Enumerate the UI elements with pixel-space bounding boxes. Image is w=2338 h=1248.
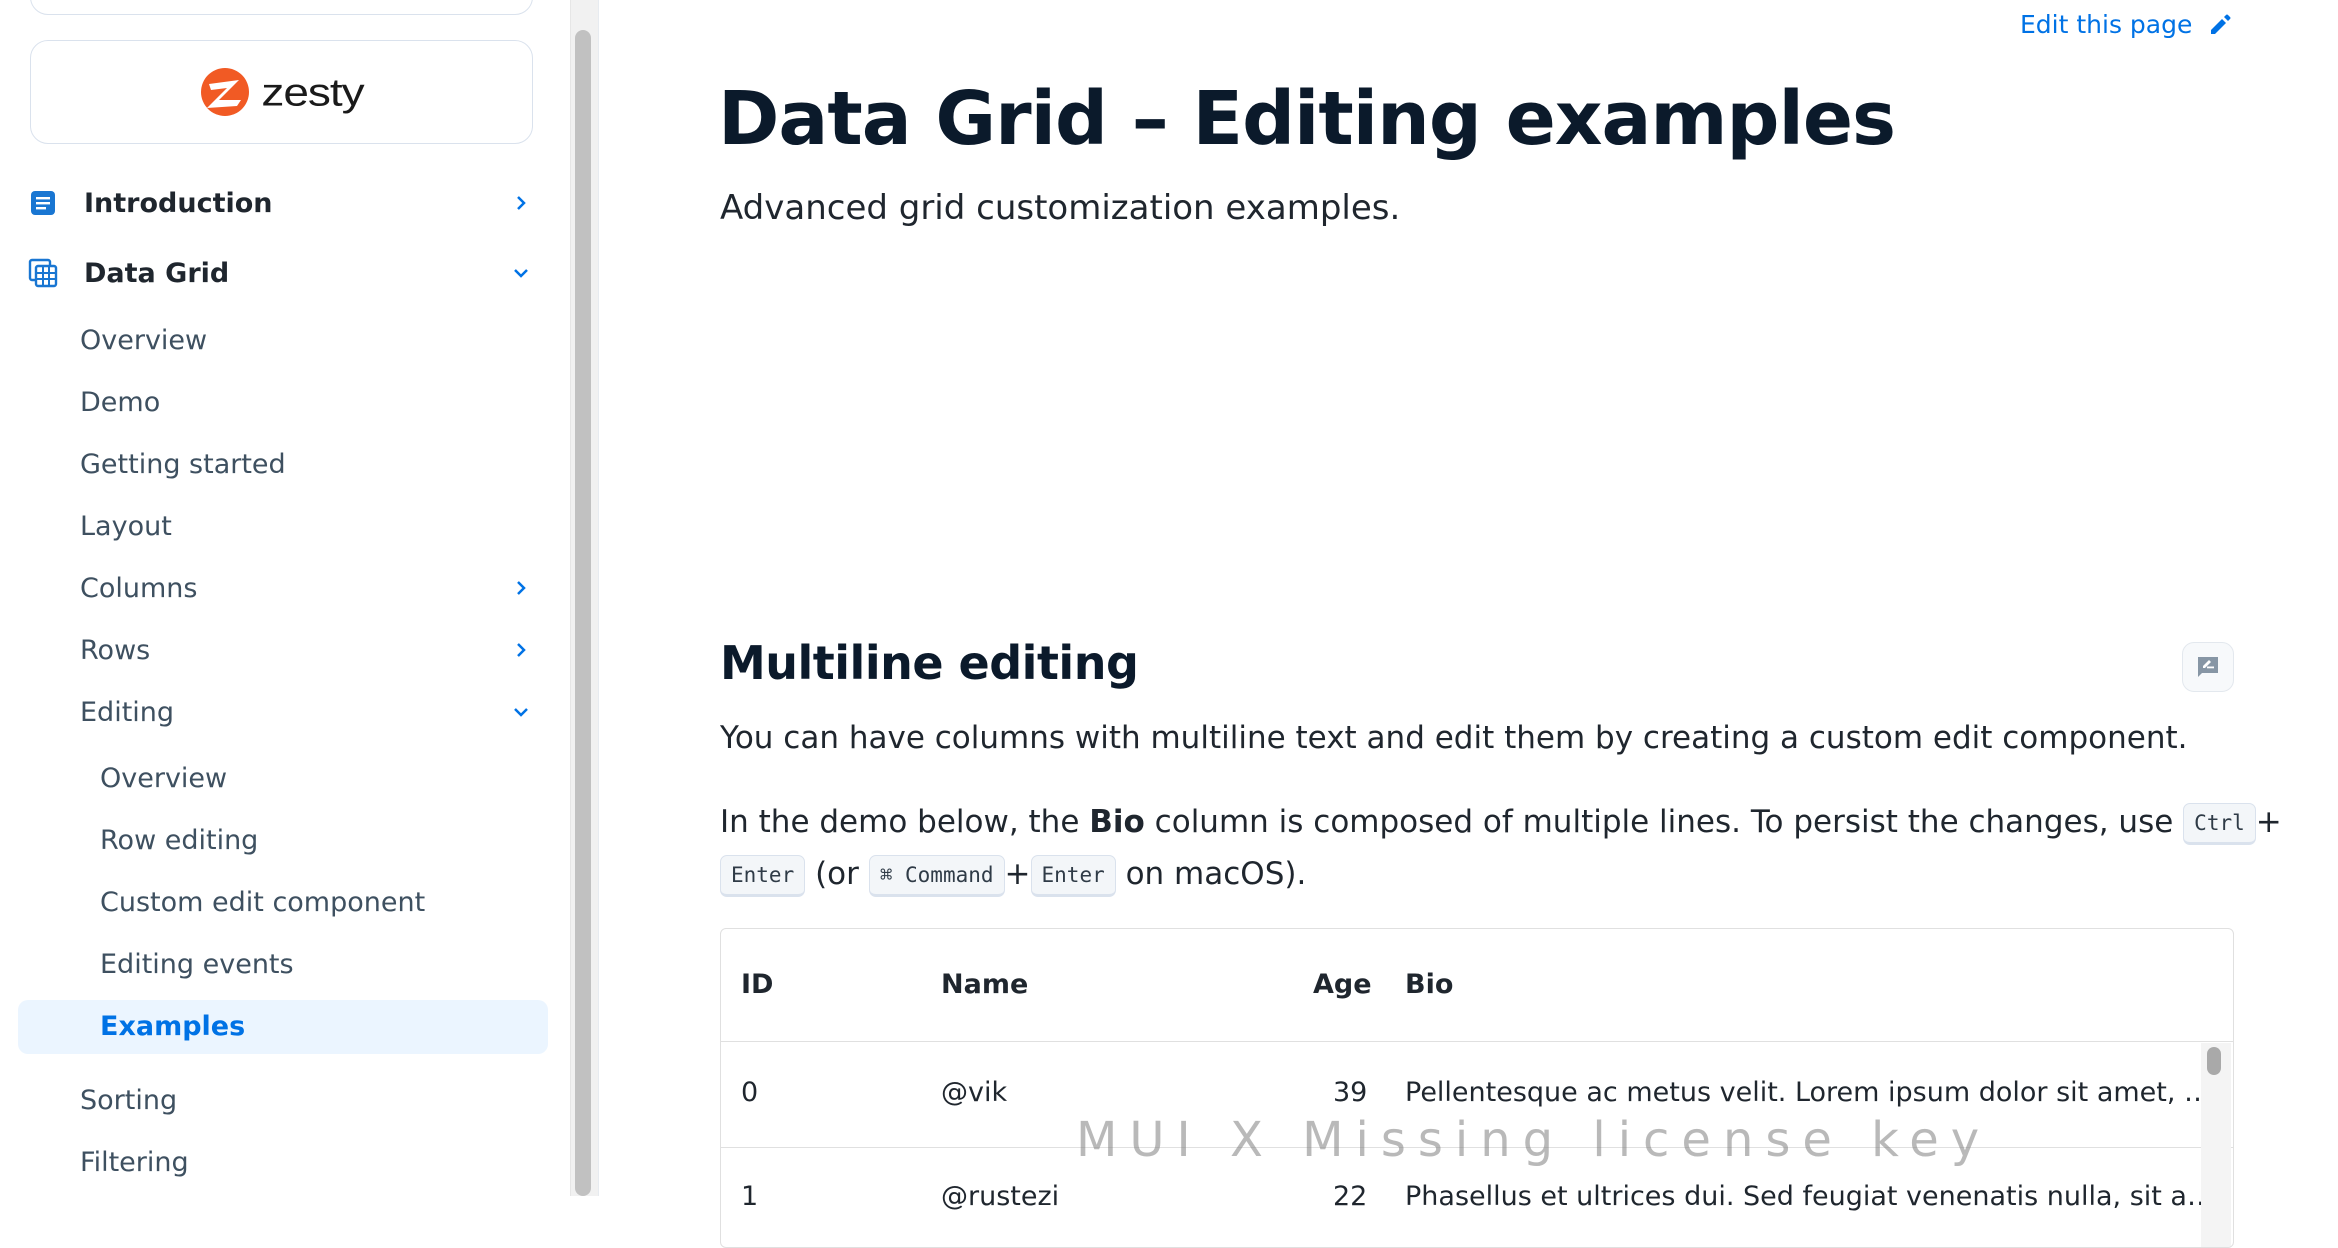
kbd-enter: Enter xyxy=(720,854,806,897)
nav-editing-overview[interactable]: Overview xyxy=(100,758,227,798)
cell-name[interactable]: @rustezi xyxy=(941,1181,1059,1212)
sponsor-card-top[interactable] xyxy=(30,0,533,15)
nav-custom-edit-component[interactable]: Custom edit component xyxy=(100,882,425,922)
page-subtitle: Advanced grid customization examples. xyxy=(720,188,1401,228)
pencil-icon xyxy=(2211,14,2231,34)
nav-demo[interactable]: Demo xyxy=(80,382,160,422)
section-instructions-line2: Enter (or ⌘ Command + Enter on macOS). xyxy=(720,848,1306,900)
instructions-text: column is composed of multiple lines. To… xyxy=(1144,804,2184,840)
kbd-command: ⌘ Command xyxy=(868,854,1005,897)
nav-editing[interactable]: Editing xyxy=(80,692,174,732)
page-title: Data Grid – Editing examples xyxy=(718,76,1896,162)
edit-this-page-link[interactable]: Edit this page xyxy=(2020,10,2234,39)
chevron-right-icon[interactable] xyxy=(510,639,532,661)
nav-active-highlight xyxy=(18,1000,548,1054)
cell-age[interactable]: 39 xyxy=(1333,1077,1367,1108)
instructions-text: on macOS). xyxy=(1115,856,1307,892)
brand-name: zesty xyxy=(261,69,364,115)
divider xyxy=(598,0,599,1196)
data-grid-icon xyxy=(28,258,58,288)
column-header-age[interactable]: Age xyxy=(1313,969,1372,1000)
cell-age[interactable]: 22 xyxy=(1333,1181,1367,1212)
nav-sorting[interactable]: Sorting xyxy=(80,1080,177,1120)
section-description: You can have columns with multiline text… xyxy=(720,720,2188,756)
plus-sign: + xyxy=(2255,804,2282,840)
column-header-id[interactable]: ID xyxy=(741,969,773,1000)
nav-editing-events[interactable]: Editing events xyxy=(100,944,294,984)
column-header-bio[interactable]: Bio xyxy=(1405,969,1453,1000)
column-header-name[interactable]: Name xyxy=(941,969,1028,1000)
cell-id[interactable]: 1 xyxy=(741,1181,758,1212)
chevron-right-icon[interactable] xyxy=(510,192,532,214)
article-icon xyxy=(31,191,55,215)
grid-header-row: ID Name Age Bio xyxy=(721,929,2233,1042)
feedback-button[interactable] xyxy=(2182,642,2234,692)
kbd-ctrl: Ctrl xyxy=(2183,802,2256,845)
bio-emphasis: Bio xyxy=(1089,804,1145,840)
cell-bio[interactable]: Phasellus et ultrices dui. Sed feugiat v… xyxy=(1405,1181,2214,1212)
section-instructions-line1: In the demo below, the Bio column is com… xyxy=(720,796,2282,848)
nav-introduction[interactable]: Introduction xyxy=(28,183,273,223)
nav-columns[interactable]: Columns xyxy=(80,568,197,608)
sponsor-card[interactable]: zesty xyxy=(30,40,533,144)
kbd-enter: Enter xyxy=(1030,854,1116,897)
nav-filtering[interactable]: Filtering xyxy=(80,1142,189,1182)
instructions-text: (or xyxy=(805,856,869,892)
chevron-right-icon[interactable] xyxy=(510,577,532,599)
edit-link-label: Edit this page xyxy=(2020,10,2193,39)
section-title: Multiline editing xyxy=(720,636,1139,690)
nav-row-editing[interactable]: Row editing xyxy=(100,820,258,860)
data-grid: ID Name Age Bio 0 @vik 39 Pellentesque a… xyxy=(720,928,2234,1248)
chevron-down-icon[interactable] xyxy=(510,701,532,723)
instructions-text: In the demo below, the xyxy=(720,804,1090,840)
plus-sign: + xyxy=(1004,856,1031,892)
license-watermark: MUI X Missing license key xyxy=(1076,1112,1992,1168)
chevron-down-icon[interactable] xyxy=(510,262,532,284)
grid-scrollbar-thumb[interactable] xyxy=(2207,1047,2221,1075)
nav-rows[interactable]: Rows xyxy=(80,630,150,670)
cell-id[interactable]: 0 xyxy=(741,1077,758,1108)
feedback-icon xyxy=(2198,657,2218,677)
cell-bio[interactable]: Pellentesque ac metus velit. Lorem ipsum… xyxy=(1405,1077,2211,1108)
nav-introduction-label: Introduction xyxy=(84,187,273,219)
sidebar-scrollbar-thumb[interactable] xyxy=(575,30,591,1196)
nav-examples[interactable]: Examples xyxy=(100,1006,245,1046)
nav-data-grid-label: Data Grid xyxy=(84,257,230,289)
sidebar: zesty Introduction Data Grid Overview De… xyxy=(0,0,570,1196)
nav-getting-started[interactable]: Getting started xyxy=(80,444,286,484)
nav-overview[interactable]: Overview xyxy=(80,320,207,360)
zesty-logo-icon xyxy=(201,68,250,116)
cell-name[interactable]: @vik xyxy=(941,1077,1007,1108)
nav-layout[interactable]: Layout xyxy=(80,506,172,546)
nav-data-grid[interactable]: Data Grid xyxy=(28,253,229,293)
